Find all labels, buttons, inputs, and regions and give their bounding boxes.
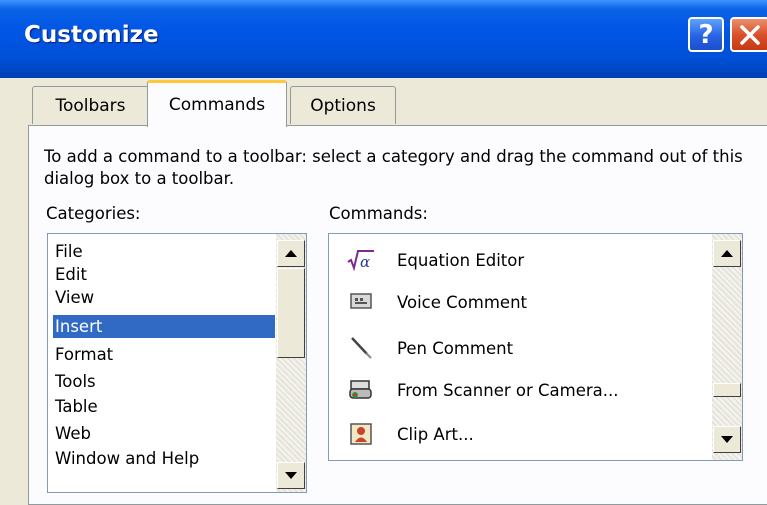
scroll-thumb[interactable] [277, 268, 305, 358]
scroll-up-button[interactable] [713, 240, 741, 267]
command-pen-comment[interactable]: Pen Comment [347, 329, 707, 367]
command-voice-comment[interactable]: Voice Comment [347, 283, 707, 321]
title-bar[interactable]: Customize ? [0, 0, 767, 78]
close-button[interactable] [730, 17, 767, 52]
svg-text:α: α [360, 253, 370, 271]
dialog-title: Customize [24, 22, 159, 48]
scroll-down-button[interactable] [713, 426, 741, 453]
command-label: From Scanner or Camera... [397, 380, 619, 400]
list-item[interactable]: Window and Help [53, 447, 275, 470]
list-item[interactable]: Web [53, 422, 275, 445]
voice-comment-icon [347, 288, 375, 316]
scroll-up-button[interactable] [277, 240, 305, 267]
pen-icon [347, 334, 375, 362]
commands-scrollbar[interactable] [712, 234, 742, 460]
command-clip-art[interactable]: Clip Art... [347, 415, 707, 453]
tab-label: Options [310, 95, 376, 116]
scroll-thumb[interactable] [713, 383, 741, 397]
list-item-selected[interactable]: Insert [53, 315, 275, 338]
command-equation-editor[interactable]: α Equation Editor [347, 241, 707, 279]
categories-label: Categories: [46, 204, 141, 223]
list-item[interactable]: Table [53, 395, 275, 418]
arrow-up-icon [285, 250, 297, 257]
clip-art-icon [347, 420, 375, 448]
categories-scrollbar[interactable] [276, 234, 306, 492]
list-item[interactable]: Edit [53, 263, 275, 286]
arrow-up-icon [721, 250, 733, 257]
arrow-down-icon [721, 436, 733, 443]
help-button[interactable]: ? [688, 17, 724, 52]
arrow-down-icon [285, 472, 297, 479]
tab-toolbars[interactable]: Toolbars [32, 86, 149, 124]
commands-label: Commands: [329, 204, 428, 223]
instruction-text: To add a command to a toolbar: select a … [44, 147, 743, 188]
list-item[interactable]: Tools [53, 370, 275, 393]
command-label: Equation Editor [397, 250, 525, 270]
command-label: Clip Art... [397, 424, 474, 444]
close-icon [740, 24, 760, 45]
scroll-down-button[interactable] [277, 462, 305, 489]
list-item[interactable]: File [53, 240, 275, 263]
categories-list[interactable]: File Edit View Insert Format Tools Table… [47, 233, 307, 493]
command-label: Voice Comment [397, 292, 527, 312]
scanner-icon [347, 376, 375, 404]
list-item[interactable]: View [53, 286, 275, 309]
equation-icon: α [347, 246, 375, 274]
tab-label: Toolbars [55, 95, 126, 116]
list-item[interactable]: Format [53, 343, 275, 366]
tab-label: Commands [168, 95, 266, 115]
commands-list[interactable]: α Equation Editor Voice Comment Pen Comm… [328, 233, 743, 461]
command-label: Pen Comment [397, 338, 514, 358]
command-from-scanner[interactable]: From Scanner or Camera... [347, 371, 707, 409]
tab-options[interactable]: Options [290, 86, 396, 124]
tab-commands[interactable]: Commands [147, 80, 287, 127]
